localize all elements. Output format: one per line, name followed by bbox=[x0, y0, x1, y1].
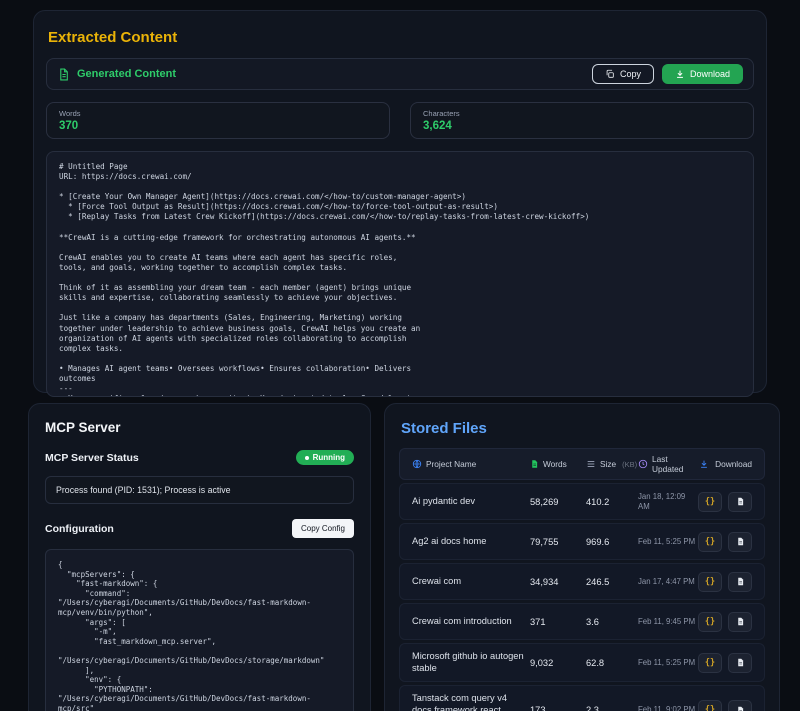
file-updated: Jan 17, 4:47 PM bbox=[638, 577, 698, 587]
file-words: 371 bbox=[530, 617, 586, 627]
column-words: Words bbox=[543, 459, 567, 469]
words-stat-value: 370 bbox=[59, 120, 377, 132]
words-stat-box: Words 370 bbox=[46, 102, 390, 139]
download-icon bbox=[699, 459, 709, 469]
json-braces-icon: {} bbox=[705, 658, 715, 668]
characters-stat-value: 3,624 bbox=[423, 120, 741, 132]
download-button-label: Download bbox=[690, 69, 730, 79]
extracted-content-panel: Extracted Content Generated Content Copy bbox=[33, 10, 767, 393]
download-json-button[interactable]: {} bbox=[698, 612, 722, 632]
running-status-badge: Running bbox=[296, 450, 354, 465]
stored-files-title: Stored Files bbox=[399, 418, 765, 437]
column-download: Download bbox=[715, 459, 752, 469]
stored-files-table: Project Name Words bbox=[399, 448, 765, 711]
file-text-icon bbox=[530, 459, 539, 469]
file-icon bbox=[736, 576, 745, 587]
mcp-status-heading: MCP Server Status bbox=[45, 452, 139, 464]
file-icon bbox=[736, 705, 745, 711]
table-row: Crewai com 34,934 246.5 Jan 17, 4:47 PM … bbox=[399, 563, 765, 600]
words-stat-label: Words bbox=[59, 109, 377, 118]
file-updated: Feb 11, 5:25 PM bbox=[638, 658, 698, 668]
json-braces-icon: {} bbox=[705, 617, 715, 627]
document-icon bbox=[57, 68, 70, 81]
mcp-server-panel: MCP Server MCP Server Status Running Pro… bbox=[28, 403, 371, 711]
table-row: Ag2 ai docs home 79,755 969.6 Feb 11, 5:… bbox=[399, 523, 765, 560]
download-json-button[interactable]: {} bbox=[698, 700, 722, 711]
file-updated: Feb 11, 9:02 PM bbox=[638, 705, 698, 711]
file-icon bbox=[736, 616, 745, 627]
file-name: Tanstack com query v4 docs framework rea… bbox=[412, 693, 530, 711]
copy-button-label: Copy bbox=[620, 69, 641, 79]
configuration-heading: Configuration bbox=[45, 523, 114, 535]
stored-files-table-header: Project Name Words bbox=[399, 448, 765, 480]
download-markdown-button[interactable] bbox=[728, 612, 752, 632]
table-row: Crewai com introduction 371 3.6 Feb 11, … bbox=[399, 603, 765, 640]
download-markdown-button[interactable] bbox=[728, 492, 752, 512]
status-dot-icon bbox=[305, 456, 309, 460]
stored-files-panel: Stored Files Project Name bbox=[384, 403, 780, 711]
file-name: Crewai com bbox=[412, 576, 530, 588]
generated-content-heading: Generated Content bbox=[77, 68, 176, 80]
column-size-unit: (KB) bbox=[622, 460, 637, 469]
json-braces-icon: {} bbox=[705, 497, 715, 507]
file-words: 58,269 bbox=[530, 497, 586, 507]
file-name: Ai pydantic dev bbox=[412, 496, 530, 508]
file-size: 410.2 bbox=[586, 497, 638, 507]
file-size: 246.5 bbox=[586, 577, 638, 587]
extracted-content-title: Extracted Content bbox=[46, 23, 754, 46]
copy-icon bbox=[605, 69, 615, 79]
extracted-markdown-content: # Untitled Page URL: https://docs.crewai… bbox=[46, 151, 754, 397]
file-size: 3.6 bbox=[586, 617, 638, 627]
file-icon bbox=[736, 536, 745, 547]
characters-stat-label: Characters bbox=[423, 109, 741, 118]
file-name: Ag2 ai docs home bbox=[412, 536, 530, 548]
file-words: 9,032 bbox=[530, 658, 586, 668]
download-button[interactable]: Download bbox=[662, 64, 743, 84]
json-braces-icon: {} bbox=[705, 705, 715, 711]
globe-icon bbox=[412, 459, 422, 469]
generated-content-bar: Generated Content Copy Download bbox=[46, 58, 754, 90]
download-icon bbox=[675, 69, 685, 79]
file-updated: Jan 18, 12:09 AM bbox=[638, 492, 698, 512]
table-row: Microsoft github io autogen stable 9,032… bbox=[399, 643, 765, 682]
file-icon bbox=[736, 657, 745, 668]
file-icon bbox=[736, 496, 745, 507]
mcp-config-json: { "mcpServers": { "fast-markdown": { "co… bbox=[45, 549, 354, 711]
json-braces-icon: {} bbox=[705, 577, 715, 587]
copy-config-button[interactable]: Copy Config bbox=[292, 519, 354, 538]
file-name: Microsoft github io autogen stable bbox=[412, 651, 530, 674]
file-words: 79,755 bbox=[530, 537, 586, 547]
download-json-button[interactable]: {} bbox=[698, 653, 722, 673]
file-updated: Feb 11, 5:25 PM bbox=[638, 537, 698, 547]
file-updated: Feb 11, 9:45 PM bbox=[638, 617, 698, 627]
table-row: Tanstack com query v4 docs framework rea… bbox=[399, 685, 765, 711]
mcp-server-title: MCP Server bbox=[45, 420, 354, 435]
download-markdown-button[interactable] bbox=[728, 532, 752, 552]
column-last-updated: Last Updated bbox=[652, 454, 698, 474]
stored-files-table-body: Ai pydantic dev 58,269 410.2 Jan 18, 12:… bbox=[399, 483, 765, 711]
list-icon bbox=[586, 459, 596, 469]
file-words: 173 bbox=[530, 705, 586, 711]
table-row: Ai pydantic dev 58,269 410.2 Jan 18, 12:… bbox=[399, 483, 765, 520]
characters-stat-box: Characters 3,624 bbox=[410, 102, 754, 139]
mcp-status-message: Process found (PID: 1531); Process is ac… bbox=[45, 476, 354, 504]
download-markdown-button[interactable] bbox=[728, 700, 752, 711]
download-json-button[interactable]: {} bbox=[698, 532, 722, 552]
download-markdown-button[interactable] bbox=[728, 572, 752, 592]
file-size: 969.6 bbox=[586, 537, 638, 547]
json-braces-icon: {} bbox=[705, 537, 715, 547]
file-name: Crewai com introduction bbox=[412, 616, 530, 628]
copy-button[interactable]: Copy bbox=[592, 64, 654, 84]
download-json-button[interactable]: {} bbox=[698, 492, 722, 512]
file-size: 62.8 bbox=[586, 658, 638, 668]
clock-icon bbox=[638, 459, 648, 469]
file-size: 2.3 bbox=[586, 705, 638, 711]
column-project-name: Project Name bbox=[426, 459, 476, 469]
column-size: Size bbox=[600, 459, 616, 469]
download-json-button[interactable]: {} bbox=[698, 572, 722, 592]
download-markdown-button[interactable] bbox=[728, 653, 752, 673]
running-badge-label: Running bbox=[313, 453, 345, 462]
file-words: 34,934 bbox=[530, 577, 586, 587]
